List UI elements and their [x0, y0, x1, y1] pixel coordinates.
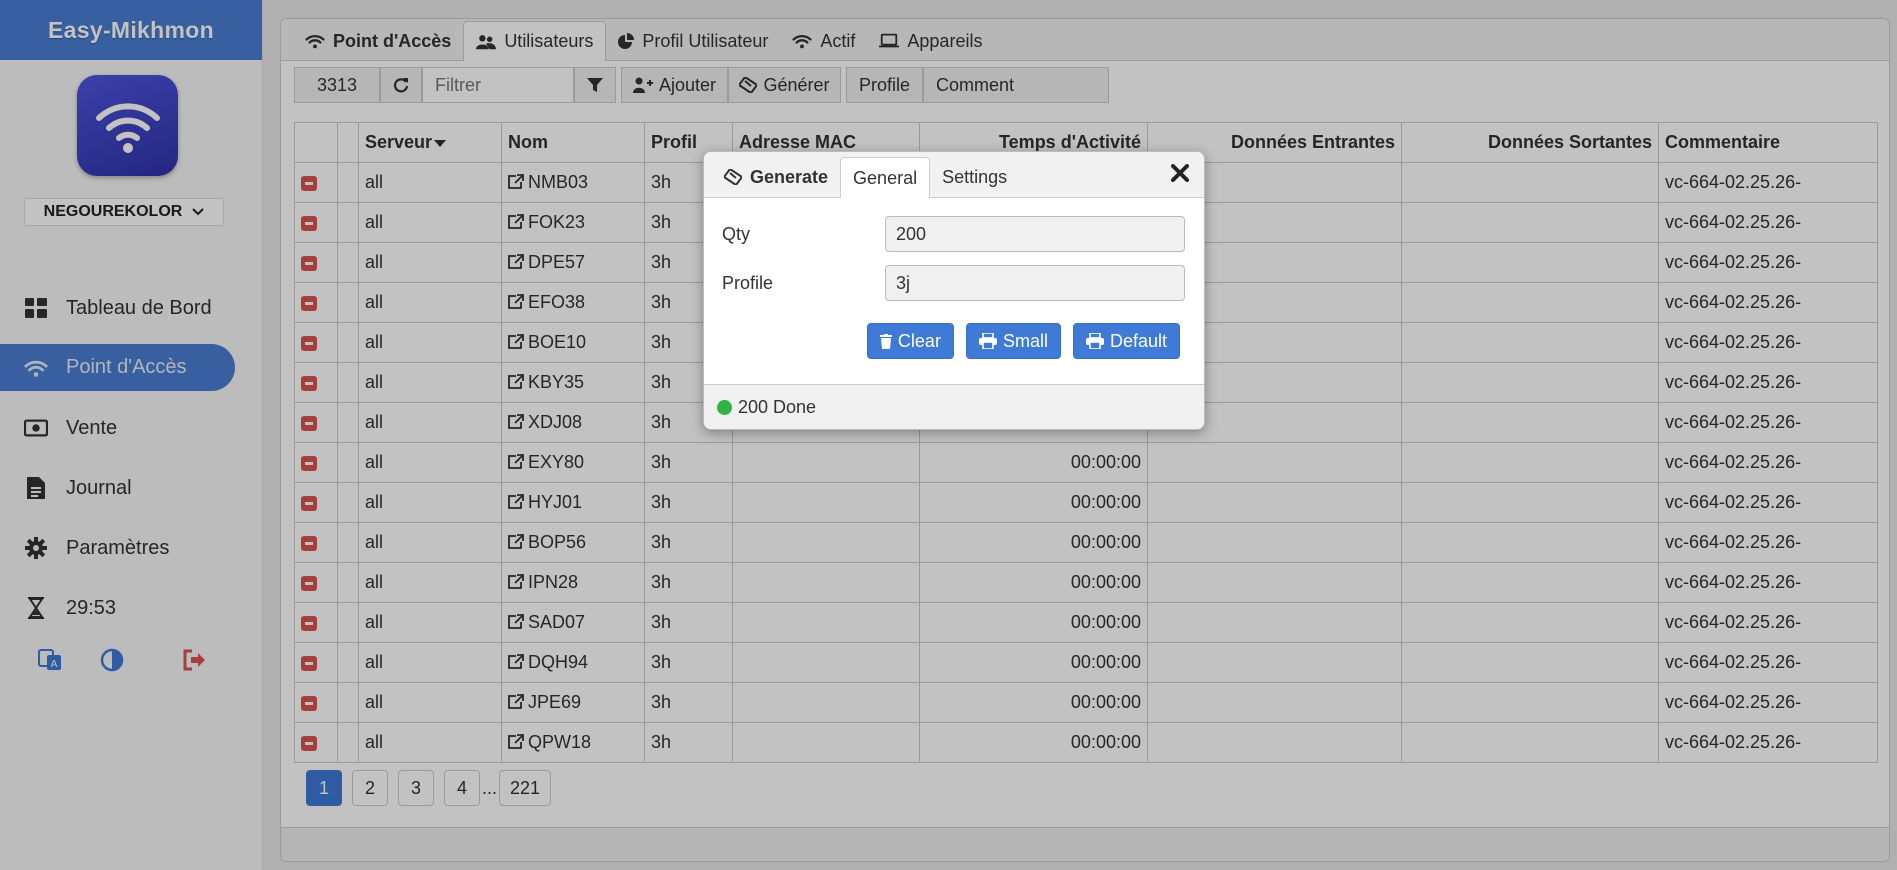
print-small-button[interactable]: Small: [965, 323, 1061, 359]
status-text: 200 Done: [738, 396, 817, 417]
close-icon[interactable]: [1168, 161, 1192, 185]
clear-button[interactable]: Clear: [866, 323, 954, 359]
modal-status: 200 Done: [704, 384, 1204, 429]
modal-tab-general[interactable]: General: [840, 157, 931, 198]
modal-backdrop[interactable]: [0, 0, 1897, 870]
ticket-icon: [724, 169, 742, 185]
modal-buttons: Clear Small Default: [866, 323, 1180, 359]
qty-label: Qty: [722, 223, 751, 244]
modal-tabs: Generate General Settings: [704, 152, 1204, 198]
status-dot-icon: [717, 399, 732, 415]
modal-title: Generate: [712, 157, 840, 197]
print-default-button[interactable]: Default: [1072, 323, 1180, 359]
printer-icon: [1085, 333, 1104, 349]
modal-tab-settings[interactable]: Settings: [930, 157, 1019, 197]
profile-input[interactable]: [885, 265, 1185, 301]
trash-icon: [879, 333, 892, 349]
qty-row: Qty: [722, 216, 1185, 252]
profile-row: Profile: [722, 265, 1185, 301]
generate-modal: Generate General Settings Qty Profile Cl…: [703, 151, 1205, 430]
qty-input[interactable]: [885, 216, 1185, 252]
printer-icon: [978, 333, 997, 349]
profile-label: Profile: [722, 272, 774, 293]
